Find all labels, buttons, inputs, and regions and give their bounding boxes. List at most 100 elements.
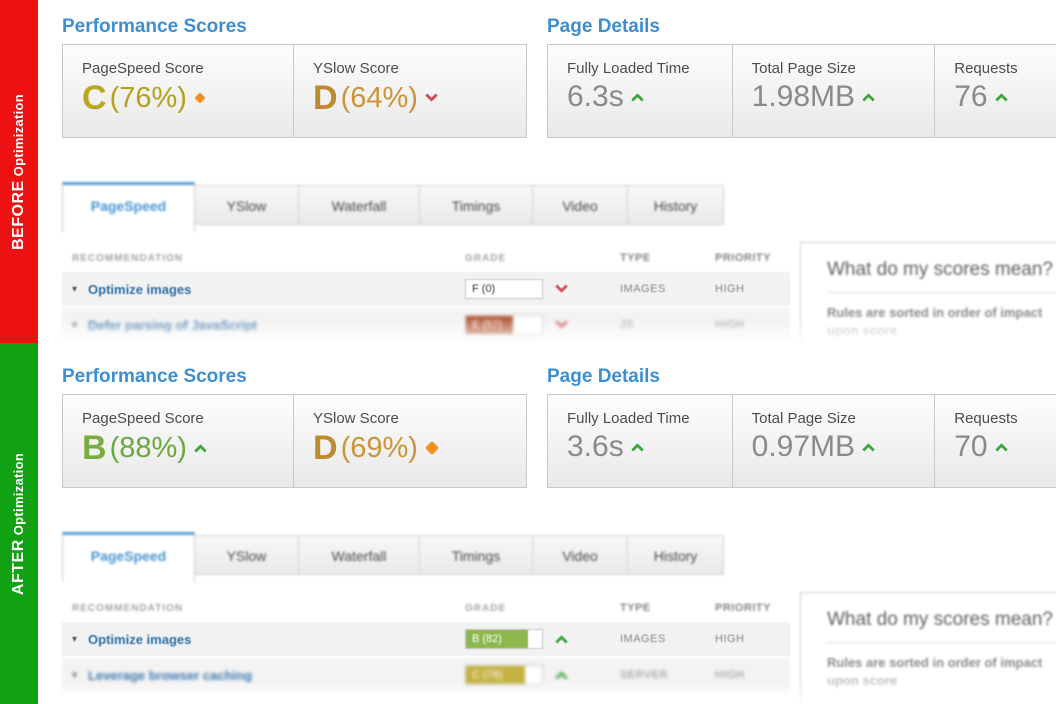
total-page-size-label: Total Page Size [752, 410, 935, 427]
trend-up-icon [633, 440, 642, 454]
grade-percent: (88%) [110, 434, 187, 463]
table-row: ▾ Optimize images B (82) IMAGES HIGH [62, 622, 790, 656]
gtmetrix-comparison-page: BEFOREOptimization Performance Scores Pa… [0, 0, 1056, 704]
col-recommendation: RECOMMENDATION [62, 603, 465, 614]
performance-scores-panel: PageSpeed Score B (88%) YSlow Score D (6… [62, 394, 527, 488]
before-label-bar: BEFOREOptimization [0, 0, 38, 343]
trend-up-icon [997, 90, 1006, 104]
fully-loaded-time-cell: Fully Loaded Time 3.6s [548, 395, 732, 487]
after-label-bar: AFTEROptimization [0, 343, 38, 704]
recommendation-link[interactable]: Optimize images [88, 282, 191, 297]
tab-history[interactable]: History [627, 535, 724, 575]
col-grade: GRADE [465, 603, 610, 614]
page-details-heading: Page Details [547, 16, 660, 38]
bottom-fade [38, 680, 1056, 704]
yslow-score-cell: YSlow Score D (69%) [293, 395, 526, 487]
requests-value: 76 [954, 80, 987, 114]
fully-loaded-time-label: Fully Loaded Time [567, 410, 732, 427]
col-grade: GRADE [465, 253, 610, 264]
performance-scores-panel: PageSpeed Score C (76%) YSlow Score D (6… [62, 44, 527, 138]
no-change-icon [196, 94, 204, 102]
tab-pagespeed[interactable]: PageSpeed [62, 532, 195, 582]
type-value: IMAGES [610, 283, 705, 295]
total-page-size-value: 0.97MB [752, 430, 855, 464]
total-page-size-label: Total Page Size [752, 60, 935, 77]
requests-value: 70 [954, 430, 987, 464]
tab-waterfall[interactable]: Waterfall [298, 535, 420, 575]
fully-loaded-time-value: 3.6s [567, 430, 624, 464]
requests-label: Requests [954, 410, 1056, 427]
requests-cell: Requests 70 [934, 395, 1056, 487]
performance-scores-heading: Performance Scores [62, 16, 247, 38]
grade-bar-text: F (0) [472, 283, 495, 295]
scores-meaning-title: What do my scores mean? [827, 259, 1056, 293]
col-type: TYPE [610, 252, 705, 264]
tab-timings[interactable]: Timings [419, 185, 533, 225]
trend-up-icon [864, 90, 873, 104]
table-header-row: RECOMMENDATION GRADE TYPE PRIORITY [62, 246, 790, 270]
tab-waterfall[interactable]: Waterfall [298, 185, 420, 225]
col-priority: PRIORITY [705, 602, 790, 614]
grade-percent: (64%) [341, 84, 418, 113]
grade-letter: C [82, 81, 107, 115]
tab-timings[interactable]: Timings [419, 535, 533, 575]
recommendation-link[interactable]: Optimize images [88, 632, 191, 647]
recommendations-table: RECOMMENDATION GRADE TYPE PRIORITY ▾ Opt… [62, 596, 790, 692]
tab-yslow[interactable]: YSlow [194, 185, 299, 225]
page-details-panel: Fully Loaded Time 6.3s Total Page Size 1… [547, 44, 1056, 138]
pagespeed-score-label: PageSpeed Score [82, 410, 293, 427]
expander-icon[interactable]: ▾ [72, 670, 77, 681]
page-details-heading: Page Details [547, 366, 660, 388]
bottom-fade [38, 319, 1056, 343]
requests-cell: Requests 76 [934, 45, 1056, 137]
yslow-score-label: YSlow Score [313, 60, 526, 77]
trend-down-icon [555, 280, 568, 293]
expander-icon[interactable]: ▾ [72, 284, 77, 295]
report-tabs: PageSpeed YSlow Waterfall Timings Video … [62, 182, 724, 232]
tab-history[interactable]: History [627, 185, 724, 225]
yslow-score-cell: YSlow Score D (64%) [293, 45, 526, 137]
pagespeed-score-cell: PageSpeed Score C (76%) [63, 45, 293, 137]
trend-up-icon [997, 440, 1006, 454]
before-section: BEFOREOptimization Performance Scores Pa… [0, 0, 1056, 343]
grade-bar: B (82) [465, 629, 543, 649]
no-change-icon [427, 443, 437, 453]
col-priority: PRIORITY [705, 252, 790, 264]
total-page-size-cell: Total Page Size 0.97MB [732, 395, 935, 487]
grade-letter: D [313, 81, 338, 115]
grade-percent: (76%) [110, 84, 187, 113]
grade-bar-text: B (82) [472, 633, 502, 645]
scores-meaning-title: What do my scores mean? [827, 609, 1056, 643]
after-section: AFTEROptimization Performance Scores Pag… [0, 343, 1056, 704]
trend-down-icon [427, 91, 436, 105]
trend-up-icon [196, 441, 205, 455]
table-header-row: RECOMMENDATION GRADE TYPE PRIORITY [62, 596, 790, 620]
requests-label: Requests [954, 60, 1056, 77]
tab-video[interactable]: Video [532, 185, 628, 225]
total-page-size-value: 1.98MB [752, 80, 855, 114]
total-page-size-cell: Total Page Size 1.98MB [732, 45, 935, 137]
grade-bar: F (0) [465, 279, 543, 299]
grade-percent: (69%) [341, 434, 418, 463]
type-value: IMAGES [610, 633, 705, 645]
table-row: ▾ Optimize images F (0) IMAGES HIGH [62, 272, 790, 306]
fully-loaded-time-cell: Fully Loaded Time 6.3s [548, 45, 732, 137]
trend-up-icon [633, 90, 642, 104]
tab-yslow[interactable]: YSlow [194, 535, 299, 575]
col-type: TYPE [610, 602, 705, 614]
expander-icon[interactable]: ▾ [72, 634, 77, 645]
tab-video[interactable]: Video [532, 535, 628, 575]
priority-value: HIGH [705, 283, 790, 295]
trend-up-icon [864, 440, 873, 454]
grade-letter: B [82, 431, 107, 465]
performance-scores-heading: Performance Scores [62, 366, 247, 388]
fully-loaded-time-label: Fully Loaded Time [567, 60, 732, 77]
after-label: AFTEROptimization [10, 452, 28, 594]
trend-up-icon [555, 635, 568, 648]
tab-pagespeed[interactable]: PageSpeed [62, 182, 195, 232]
grade-letter: D [313, 431, 338, 465]
pagespeed-score-cell: PageSpeed Score B (88%) [63, 395, 293, 487]
yslow-score-label: YSlow Score [313, 410, 526, 427]
pagespeed-score-label: PageSpeed Score [82, 60, 293, 77]
report-tabs: PageSpeed YSlow Waterfall Timings Video … [62, 532, 724, 582]
